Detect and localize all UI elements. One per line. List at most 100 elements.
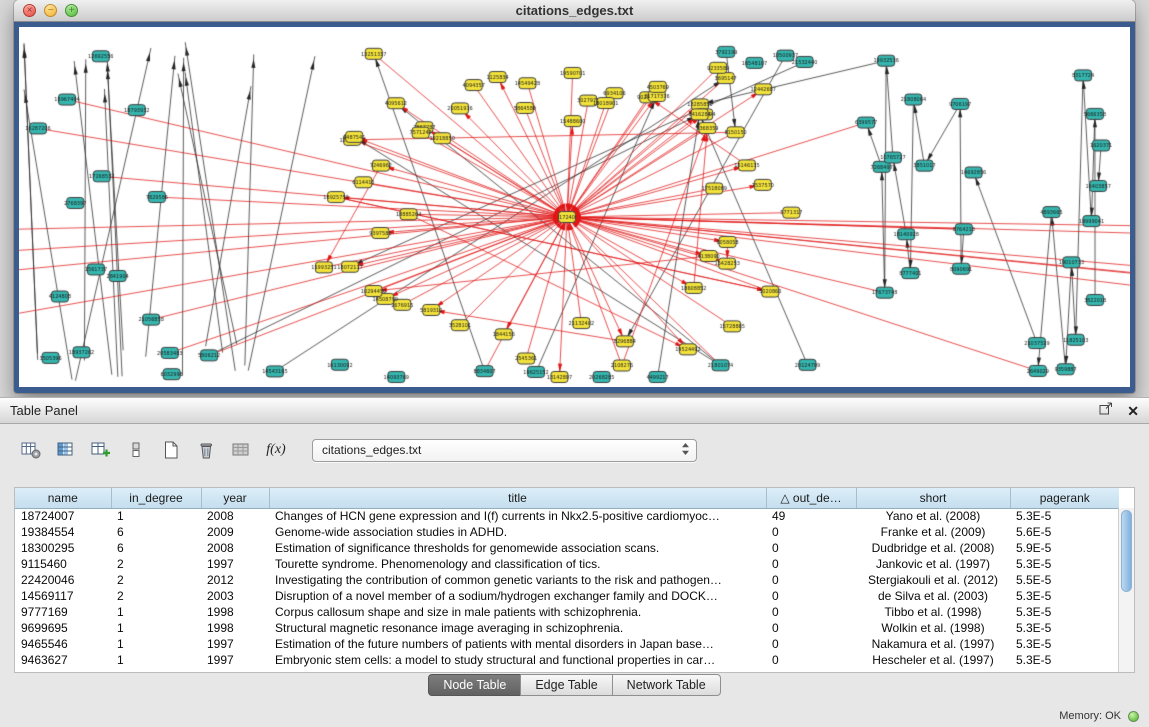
cell-title[interactable]: Corpus callosum shape and size in male p… <box>269 604 766 620</box>
cell-short[interactable]: Dudbridge et al. (2008) <box>856 540 1010 556</box>
cell-name[interactable]: 22420046 <box>15 572 111 588</box>
cell-short[interactable]: Nakamura et al. (1997) <box>856 636 1010 652</box>
network-canvas[interactable] <box>19 27 1130 387</box>
function-builder-button[interactable]: f(x) <box>263 437 289 463</box>
cell-short[interactable]: Yano et al. (2008) <box>856 508 1010 524</box>
cell-title[interactable]: Structural magnetic resonance image aver… <box>269 620 766 636</box>
cell-name[interactable]: 9115460 <box>15 556 111 572</box>
cell-in_degree[interactable]: 1 <box>111 636 201 652</box>
cell-out_degree[interactable]: 49 <box>766 508 856 524</box>
cell-out_degree[interactable]: 0 <box>766 556 856 572</box>
cell-title[interactable]: Tourette syndrome. Phenomenology and cla… <box>269 556 766 572</box>
cell-pagerank[interactable]: 5.3E-5 <box>1010 556 1119 572</box>
table-row[interactable]: 1456911722003Disruption of a novel membe… <box>15 588 1119 604</box>
cell-name[interactable]: 14569117 <box>15 588 111 604</box>
cell-title[interactable]: Embryonic stem cells: a model to study s… <box>269 652 766 668</box>
cell-in_degree[interactable]: 2 <box>111 572 201 588</box>
cell-out_degree[interactable]: 0 <box>766 636 856 652</box>
cell-in_degree[interactable]: 6 <box>111 524 201 540</box>
new-table-button[interactable] <box>158 437 184 463</box>
cell-year[interactable]: 1997 <box>201 636 269 652</box>
column-header-out_degree[interactable]: △ out_de… <box>766 488 856 508</box>
cell-pagerank[interactable]: 5.9E-5 <box>1010 540 1119 556</box>
cell-short[interactable]: Stergiakouli et al. (2012) <box>856 572 1010 588</box>
delete-table-button[interactable] <box>193 437 219 463</box>
cell-title[interactable]: Disruption of a novel member of a sodium… <box>269 588 766 604</box>
column-header-pagerank[interactable]: pagerank <box>1010 488 1119 508</box>
table-row[interactable]: 969969511998Structural magnetic resonanc… <box>15 620 1119 636</box>
cell-title[interactable]: Estimation of the future numbers of pati… <box>269 636 766 652</box>
cell-year[interactable]: 1998 <box>201 604 269 620</box>
tab-node-table[interactable]: Node Table <box>428 674 521 696</box>
table-source-select[interactable]: citations_edges.txt <box>312 439 697 462</box>
cell-out_degree[interactable]: 0 <box>766 604 856 620</box>
cell-pagerank[interactable]: 5.5E-5 <box>1010 572 1119 588</box>
column-header-short[interactable]: short <box>856 488 1010 508</box>
cell-year[interactable]: 2012 <box>201 572 269 588</box>
column-header-name[interactable]: name <box>15 488 111 508</box>
zoom-window-button[interactable] <box>65 4 78 17</box>
cell-in_degree[interactable]: 2 <box>111 556 201 572</box>
vertical-scrollbar[interactable] <box>1118 508 1134 672</box>
table-options-button[interactable] <box>18 437 44 463</box>
network-window-titlebar[interactable]: citations_edges.txt <box>14 0 1135 22</box>
cell-name[interactable]: 19384554 <box>15 524 111 540</box>
column-chooser-button[interactable] <box>123 437 149 463</box>
cell-out_degree[interactable]: 0 <box>766 588 856 604</box>
cell-pagerank[interactable]: 5.3E-5 <box>1010 620 1119 636</box>
cell-in_degree[interactable]: 1 <box>111 508 201 524</box>
cell-out_degree[interactable]: 0 <box>766 652 856 668</box>
cell-in_degree[interactable]: 1 <box>111 604 201 620</box>
column-header-in_degree[interactable]: in_degree <box>111 488 201 508</box>
table-row[interactable]: 911546021997Tourette syndrome. Phenomeno… <box>15 556 1119 572</box>
cell-short[interactable]: Wolkin et al. (1998) <box>856 620 1010 636</box>
cell-title[interactable]: Estimation of significance thresholds fo… <box>269 540 766 556</box>
cell-name[interactable]: 18724007 <box>15 508 111 524</box>
new-column-button[interactable] <box>88 437 114 463</box>
cell-title[interactable]: Genome-wide association studies in ADHD. <box>269 524 766 540</box>
cell-name[interactable]: 9777169 <box>15 604 111 620</box>
import-table-button[interactable] <box>228 437 254 463</box>
tab-edge-table[interactable]: Edge Table <box>520 674 612 696</box>
table-row[interactable]: 946554611997Estimation of the future num… <box>15 636 1119 652</box>
show-columns-button[interactable] <box>53 437 79 463</box>
cell-out_degree[interactable]: 0 <box>766 524 856 540</box>
cell-title[interactable]: Investigating the contribution of common… <box>269 572 766 588</box>
cell-pagerank[interactable]: 5.3E-5 <box>1010 588 1119 604</box>
cell-pagerank[interactable]: 5.3E-5 <box>1010 636 1119 652</box>
cell-year[interactable]: 1997 <box>201 652 269 668</box>
cell-in_degree[interactable]: 1 <box>111 652 201 668</box>
cell-out_degree[interactable]: 0 <box>766 572 856 588</box>
cell-year[interactable]: 2009 <box>201 524 269 540</box>
table-row[interactable]: 1938455462009Genome-wide association stu… <box>15 524 1119 540</box>
close-panel-icon[interactable]: ✕ <box>1127 404 1139 418</box>
cell-name[interactable]: 9463627 <box>15 652 111 668</box>
cell-pagerank[interactable]: 5.3E-5 <box>1010 652 1119 668</box>
cell-in_degree[interactable]: 6 <box>111 540 201 556</box>
close-window-button[interactable] <box>23 4 36 17</box>
cell-name[interactable]: 18300295 <box>15 540 111 556</box>
column-header-title[interactable]: title <box>269 488 766 508</box>
cell-out_degree[interactable]: 0 <box>766 620 856 636</box>
column-header-year[interactable]: year <box>201 488 269 508</box>
tab-network-table[interactable]: Network Table <box>612 674 721 696</box>
cell-short[interactable]: de Silva et al. (2003) <box>856 588 1010 604</box>
cell-year[interactable]: 1997 <box>201 556 269 572</box>
cell-pagerank[interactable]: 5.6E-5 <box>1010 524 1119 540</box>
cell-name[interactable]: 9465546 <box>15 636 111 652</box>
cell-year[interactable]: 2008 <box>201 508 269 524</box>
table-row[interactable]: 946362711997Embryonic stem cells: a mode… <box>15 652 1119 668</box>
table-row[interactable]: 2242004622012Investigating the contribut… <box>15 572 1119 588</box>
cell-out_degree[interactable]: 0 <box>766 540 856 556</box>
memory-status-indicator[interactable] <box>1128 711 1139 722</box>
table-row[interactable]: 1872400712008Changes of HCN gene express… <box>15 508 1119 524</box>
float-panel-icon[interactable] <box>1099 402 1113 420</box>
cell-pagerank[interactable]: 5.3E-5 <box>1010 508 1119 524</box>
cell-year[interactable]: 1998 <box>201 620 269 636</box>
table-row[interactable]: 1830029562008Estimation of significance … <box>15 540 1119 556</box>
cell-in_degree[interactable]: 2 <box>111 588 201 604</box>
cell-short[interactable]: Franke et al. (2009) <box>856 524 1010 540</box>
cell-title[interactable]: Changes of HCN gene expression and I(f) … <box>269 508 766 524</box>
cell-in_degree[interactable]: 1 <box>111 620 201 636</box>
cell-short[interactable]: Hescheler et al. (1997) <box>856 652 1010 668</box>
